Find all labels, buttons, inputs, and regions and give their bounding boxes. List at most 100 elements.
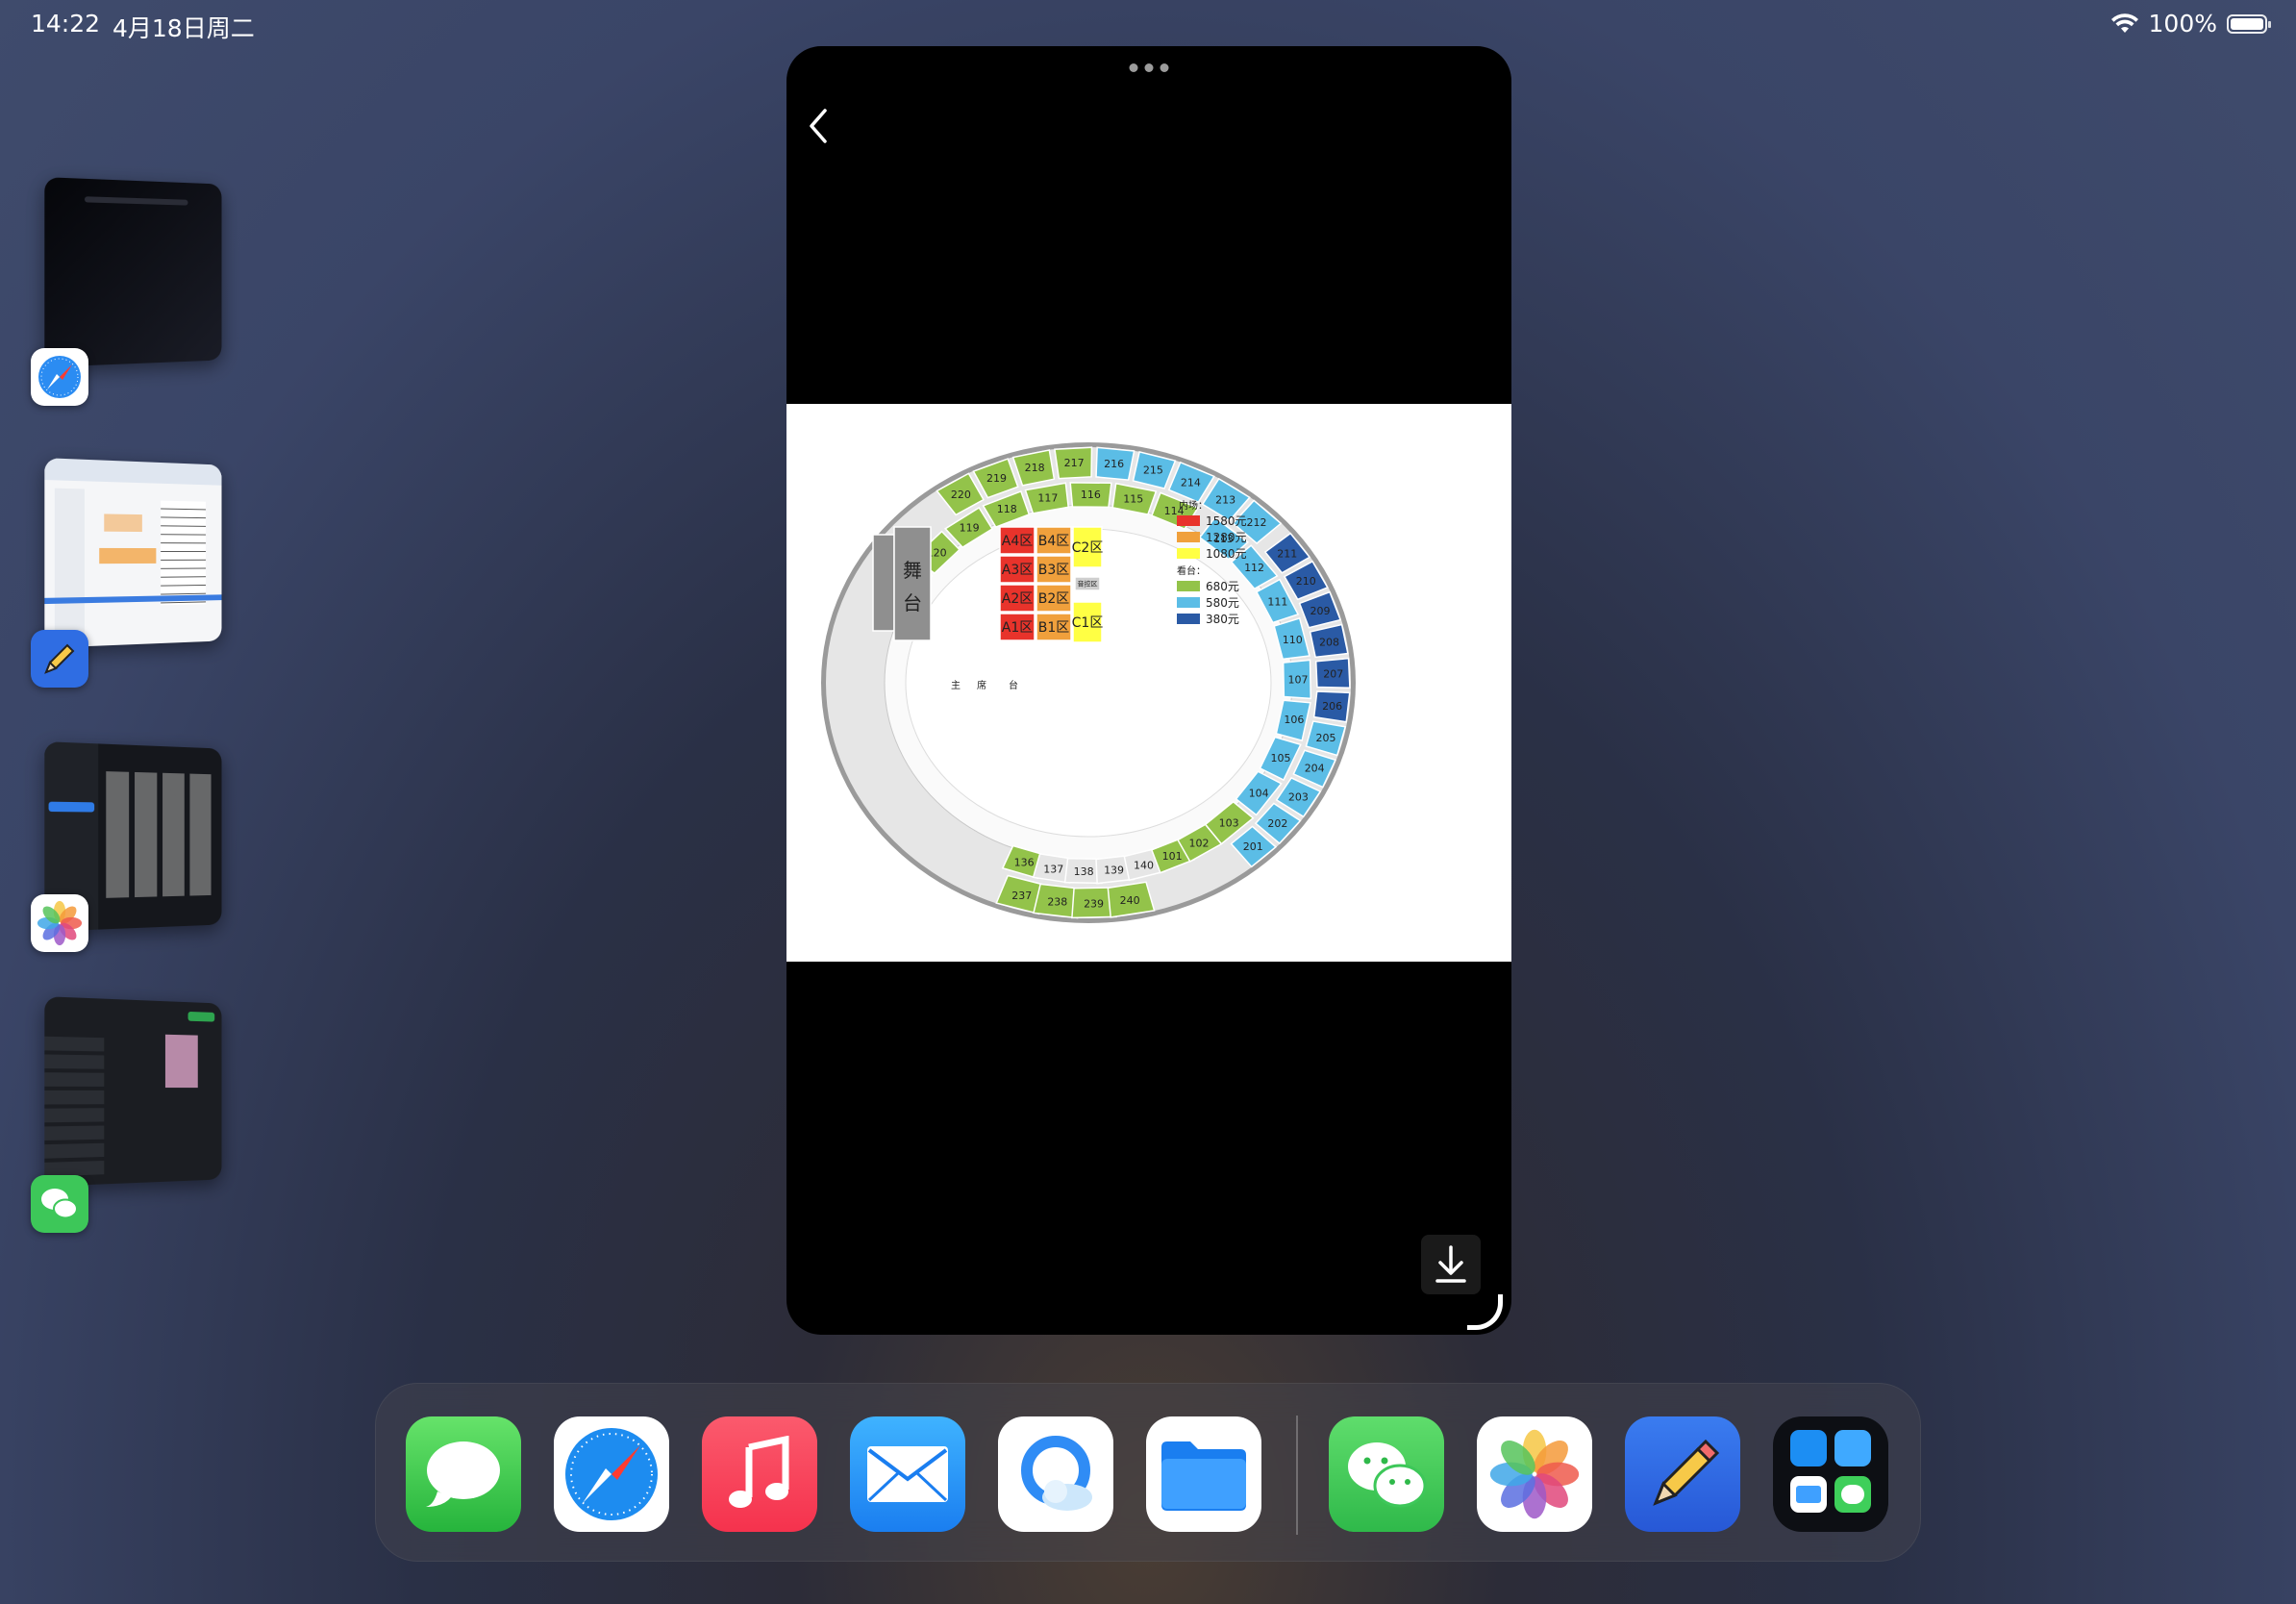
legend-swatch-stand-2 <box>1177 614 1200 624</box>
zone-b1-label: B1区 <box>1038 620 1070 636</box>
stage-stub <box>872 534 895 632</box>
photos-icon[interactable] <box>31 894 88 952</box>
section-label-119: 119 <box>960 522 980 535</box>
section-label-220: 220 <box>951 489 971 501</box>
section-label-203: 203 <box>1288 791 1309 804</box>
zone-b2-label: B2区 <box>1038 591 1070 607</box>
battery-icon <box>2227 13 2271 34</box>
shelf-window-safari[interactable] <box>44 177 222 367</box>
mail-mini-icon <box>1834 1430 1871 1466</box>
safari-dock-icon[interactable] <box>554 1416 669 1532</box>
pencil-notes-icon[interactable] <box>31 630 88 688</box>
section-label-216: 216 <box>1104 458 1124 470</box>
section-label-214: 214 <box>1181 476 1201 489</box>
files-icon[interactable] <box>1146 1416 1261 1532</box>
section-label-138: 138 <box>1074 865 1094 878</box>
battery-percent: 100% <box>2148 10 2217 38</box>
zone-control-label: 音控区 <box>1078 580 1098 589</box>
section-label-137: 137 <box>1043 863 1063 875</box>
seat-map-image: 1211201191181171161151142202192182172162… <box>786 404 1511 962</box>
photos-dock-icon[interactable] <box>1477 1416 1592 1532</box>
section-label-207: 207 <box>1323 668 1343 681</box>
music-icon[interactable] <box>702 1416 817 1532</box>
zone-a1-label: A1区 <box>1002 620 1033 636</box>
wechat-icon[interactable] <box>31 1175 88 1233</box>
status-right: 100% <box>2110 10 2271 38</box>
section-label-139: 139 <box>1104 865 1124 877</box>
legend-swatch-floor-2 <box>1177 548 1200 559</box>
section-label-140: 140 <box>1134 859 1154 871</box>
shelf-window-notes[interactable] <box>44 458 222 648</box>
section-label-105: 105 <box>1271 752 1291 764</box>
clock: 14:22 <box>31 10 101 38</box>
section-label-205: 205 <box>1316 732 1336 744</box>
zone-b4-label: B4区 <box>1038 534 1070 549</box>
section-label-103: 103 <box>1219 817 1239 830</box>
zone-a3-label: A3区 <box>1002 563 1033 578</box>
section-label-240: 240 <box>1120 894 1140 907</box>
section-label-117: 117 <box>1037 491 1058 504</box>
main-stand-char-1: 席 <box>977 679 986 691</box>
main-stand-char-0: 主 <box>951 680 961 691</box>
legend-swatch-stand-0 <box>1177 581 1200 591</box>
files-mini-icon <box>1790 1476 1827 1513</box>
section-label-213: 213 <box>1215 494 1235 507</box>
section-label-239: 239 <box>1084 897 1104 910</box>
section-label-201: 201 <box>1243 840 1263 853</box>
pencil-notes-dock-icon[interactable] <box>1625 1416 1740 1532</box>
section-label-238: 238 <box>1047 896 1067 909</box>
section-label-115: 115 <box>1123 492 1143 505</box>
section-label-102: 102 <box>1189 838 1210 850</box>
section-label-136: 136 <box>1014 857 1035 869</box>
legend-floor-price-0: 1580元 <box>1206 514 1247 528</box>
section-label-218: 218 <box>1025 462 1045 474</box>
image-viewer-window[interactable]: 1211201191181171161151142202192182172162… <box>786 46 1511 1335</box>
section-label-219: 219 <box>986 472 1007 485</box>
section-label-209: 209 <box>1310 605 1330 617</box>
section-label-211: 211 <box>1277 548 1297 561</box>
download-icon <box>1435 1245 1466 1283</box>
download-button[interactable] <box>1421 1235 1481 1294</box>
legend-floor-price-2: 1080元 <box>1206 547 1247 561</box>
date: 4月18日周二 <box>112 14 255 42</box>
back-button[interactable] <box>808 106 846 154</box>
section-label-237: 237 <box>1011 890 1032 902</box>
section-label-202: 202 <box>1267 817 1287 830</box>
section-label-204: 204 <box>1305 763 1325 775</box>
shelf-window-wechat[interactable] <box>44 996 222 1187</box>
section-label-206: 206 <box>1322 700 1342 713</box>
section-label-210: 210 <box>1296 575 1316 588</box>
messages-icon[interactable] <box>406 1416 521 1532</box>
legend-stand-price-1: 580元 <box>1206 596 1239 610</box>
qq-browser-icon[interactable] <box>998 1416 1113 1532</box>
appstore-mini-icon <box>1790 1430 1827 1466</box>
zone-a4-label: A4区 <box>1002 534 1033 549</box>
window-menu-dots[interactable] <box>1129 63 1169 72</box>
zone-c2-label: C2区 <box>1072 540 1104 556</box>
wechat-dock-icon[interactable] <box>1329 1416 1444 1532</box>
section-label-111: 111 <box>1267 596 1287 609</box>
legend-floor-price-1: 1280元 <box>1206 531 1247 544</box>
app-library-icon[interactable] <box>1773 1416 1888 1532</box>
messages-mini-icon <box>1834 1476 1871 1513</box>
main-stand-char-2: 台 <box>1009 679 1018 691</box>
legend-swatch-stand-1 <box>1177 597 1200 608</box>
section-label-107: 107 <box>1287 674 1308 687</box>
mail-icon[interactable] <box>850 1416 965 1532</box>
legend-stand-price-2: 380元 <box>1206 613 1239 626</box>
section-label-208: 208 <box>1319 636 1339 648</box>
stadium-field <box>905 528 1272 838</box>
legend-stand-title: 看台： <box>1177 564 1206 577</box>
stage <box>893 526 932 641</box>
safari-icon[interactable] <box>31 348 88 406</box>
dock <box>375 1383 1921 1562</box>
resize-handle[interactable] <box>1467 1294 1503 1330</box>
chevron-left-icon <box>810 109 827 143</box>
stage-label-bottom: 台 <box>903 591 922 614</box>
section-label-212: 212 <box>1246 516 1266 529</box>
section-label-101: 101 <box>1162 850 1183 863</box>
section-label-215: 215 <box>1143 464 1163 477</box>
zone-b3-label: B3区 <box>1038 563 1070 578</box>
section-label-110: 110 <box>1283 634 1303 646</box>
section-label-217: 217 <box>1064 457 1085 469</box>
